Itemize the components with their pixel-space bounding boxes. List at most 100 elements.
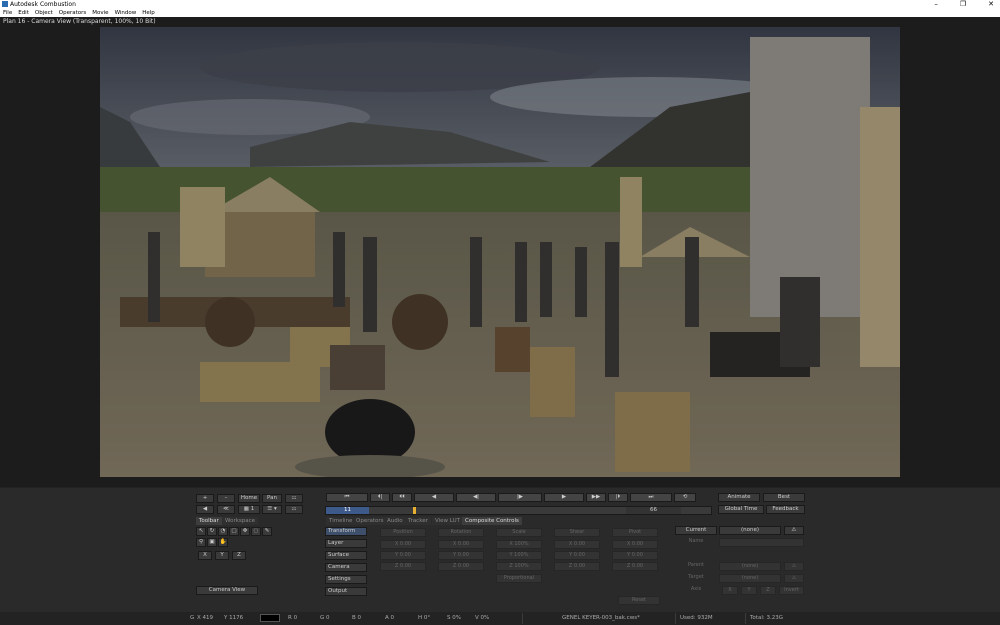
eyedropper-tool-icon[interactable]: ✎ bbox=[262, 527, 272, 536]
rotation-z-field[interactable]: Z 0.00 bbox=[438, 562, 484, 571]
rotation-x-field[interactable]: X 0.00 bbox=[438, 540, 484, 549]
category-settings[interactable]: Settings bbox=[325, 575, 367, 584]
loop-button[interactable]: ⟲ bbox=[674, 493, 696, 502]
category-camera[interactable]: Camera bbox=[325, 563, 367, 572]
menu-file[interactable]: File bbox=[3, 9, 12, 17]
minimize-button[interactable]: – bbox=[934, 0, 938, 8]
tab-audio[interactable]: Audio bbox=[384, 517, 406, 525]
camera-view-dropdown[interactable]: Camera View bbox=[196, 586, 258, 595]
shear-x-field[interactable]: X 0.00 bbox=[554, 540, 600, 549]
menu-window[interactable]: Window bbox=[115, 9, 137, 17]
pan-button[interactable]: Pan bbox=[262, 494, 282, 503]
step-back-button[interactable]: ◀| bbox=[456, 493, 496, 502]
axis-x-toggle[interactable]: X bbox=[722, 586, 738, 595]
scale-z-field[interactable]: Z 100% bbox=[496, 562, 542, 571]
tab-timeline[interactable]: Timeline bbox=[326, 517, 356, 525]
parent-dropdown[interactable]: (none) bbox=[719, 562, 781, 571]
current-frame-field[interactable]: 11 bbox=[326, 507, 369, 514]
mask-tool-icon[interactable]: ◌ bbox=[251, 527, 261, 536]
restore-button[interactable]: ❐ bbox=[960, 0, 966, 8]
rotation-y-field[interactable]: Y 0.00 bbox=[438, 551, 484, 560]
close-button[interactable]: ✕ bbox=[988, 0, 994, 8]
crop-tool-icon[interactable]: ▢ bbox=[229, 527, 239, 536]
axis-y-button[interactable]: Y bbox=[215, 551, 229, 560]
reset-button[interactable]: Reset bbox=[618, 596, 660, 605]
playhead[interactable] bbox=[413, 507, 416, 514]
category-transform[interactable]: Transform bbox=[325, 527, 367, 536]
tab-view-lut[interactable]: View LUT bbox=[432, 517, 463, 525]
marquee-tool-icon[interactable]: ▣ bbox=[207, 538, 217, 547]
menu-object[interactable]: Object bbox=[35, 9, 53, 17]
grid2-button[interactable]: ⚏ bbox=[285, 505, 303, 514]
layout-button[interactable]: ▦ 1 bbox=[238, 505, 260, 514]
position-x-field[interactable]: X 0.00 bbox=[380, 540, 426, 549]
play-button[interactable]: ▶ bbox=[544, 493, 584, 502]
pick-icon[interactable]: ⚠ bbox=[784, 526, 804, 535]
axis-invert-toggle[interactable]: Invert bbox=[779, 586, 804, 595]
axis-y-toggle[interactable]: Y bbox=[741, 586, 757, 595]
play-reverse-button[interactable]: ◀ bbox=[414, 493, 454, 502]
axis-x-button[interactable]: X bbox=[198, 551, 212, 560]
current-dropdown[interactable]: (none) bbox=[719, 526, 781, 535]
orbit-tool-icon[interactable]: ◔ bbox=[218, 527, 228, 536]
step-forward-button[interactable]: |▶ bbox=[498, 493, 542, 502]
rewind-view-button[interactable]: ≪ bbox=[217, 505, 235, 514]
fast-forward-button[interactable]: ▶▶ bbox=[586, 493, 606, 502]
select-tool-icon[interactable]: ↖ bbox=[196, 527, 206, 536]
end-frame-field[interactable]: 66 bbox=[626, 507, 681, 514]
global-time-dropdown[interactable]: Global Time bbox=[718, 505, 764, 514]
next-key-button[interactable]: |⏵ bbox=[608, 493, 628, 502]
scale-y-field[interactable]: Y 100% bbox=[496, 551, 542, 560]
composite-canvas[interactable] bbox=[100, 27, 900, 477]
tab-composite-controls[interactable]: Composite Controls bbox=[462, 517, 522, 525]
zoom-tool-icon[interactable]: ⚲ bbox=[196, 538, 206, 547]
menu-help[interactable]: Help bbox=[142, 9, 155, 17]
timeline-scrubber[interactable]: 11 66 bbox=[325, 506, 712, 515]
menu-operators[interactable]: Operators bbox=[59, 9, 86, 17]
pivot-x-field[interactable]: X 0.00 bbox=[612, 540, 658, 549]
back-button[interactable]: ◀ bbox=[196, 505, 214, 514]
position-y-field[interactable]: Y 0.00 bbox=[380, 551, 426, 560]
rotate-tool-icon[interactable]: ↻ bbox=[207, 527, 217, 536]
target-dropdown[interactable]: (none) bbox=[719, 574, 781, 583]
hand-tool-icon[interactable]: ✋ bbox=[218, 538, 228, 547]
tab-workspace[interactable]: Workspace bbox=[222, 517, 259, 525]
name-field[interactable] bbox=[719, 538, 804, 547]
shear-y-field[interactable]: Y 0.00 bbox=[554, 551, 600, 560]
camera-viewer[interactable]: Plan 16 - Camera View (Transparent, 100%… bbox=[0, 17, 1000, 487]
rewind-button[interactable]: ⏴⏴ bbox=[392, 493, 412, 502]
proportional-toggle[interactable]: Proportional bbox=[496, 574, 542, 583]
position-z-field[interactable]: Z 0.00 bbox=[380, 562, 426, 571]
zoom-in-button[interactable]: + bbox=[196, 494, 214, 503]
column-position[interactable]: Position bbox=[380, 528, 426, 537]
column-scale[interactable]: Scale bbox=[496, 528, 542, 537]
feedback-toggle[interactable]: Feedback bbox=[766, 505, 805, 514]
grid-button[interactable]: ⚏ bbox=[285, 494, 303, 503]
parent-pick-icon[interactable]: ⚠ bbox=[784, 562, 804, 571]
menu-edit[interactable]: Edit bbox=[18, 9, 29, 17]
prev-key-button[interactable]: ⏴| bbox=[370, 493, 390, 502]
pivot-z-field[interactable]: Z 0.00 bbox=[612, 562, 658, 571]
zoom-out-button[interactable]: – bbox=[217, 494, 235, 503]
category-layer[interactable]: Layer bbox=[325, 539, 367, 548]
axis-z-button[interactable]: Z bbox=[232, 551, 246, 560]
pivot-y-field[interactable]: Y 0.00 bbox=[612, 551, 658, 560]
tab-operators[interactable]: Operators bbox=[353, 517, 387, 525]
tab-tracker[interactable]: Tracker bbox=[405, 517, 431, 525]
scale-x-field[interactable]: X 100% bbox=[496, 540, 542, 549]
column-shear[interactable]: Shear bbox=[554, 528, 600, 537]
column-pivot[interactable]: Pivot bbox=[612, 528, 658, 537]
best-dropdown[interactable]: Best bbox=[763, 493, 805, 502]
column-rotation[interactable]: Rotation bbox=[438, 528, 484, 537]
shear-z-field[interactable]: Z 0.00 bbox=[554, 562, 600, 571]
axis-z-toggle[interactable]: Z bbox=[760, 586, 776, 595]
transform-tool-icon[interactable]: ✥ bbox=[240, 527, 250, 536]
menu-movie[interactable]: Movie bbox=[92, 9, 108, 17]
home-button[interactable]: Home bbox=[238, 494, 260, 503]
category-output[interactable]: Output bbox=[325, 587, 367, 596]
last-frame-button[interactable]: ⏭ bbox=[630, 493, 672, 502]
target-pick-icon[interactable]: ⚠ bbox=[784, 574, 804, 583]
options-button[interactable]: ☰ ▾ bbox=[262, 505, 282, 514]
animate-button[interactable]: Animate bbox=[718, 493, 760, 502]
tab-toolbar[interactable]: Toolbar bbox=[196, 517, 222, 525]
